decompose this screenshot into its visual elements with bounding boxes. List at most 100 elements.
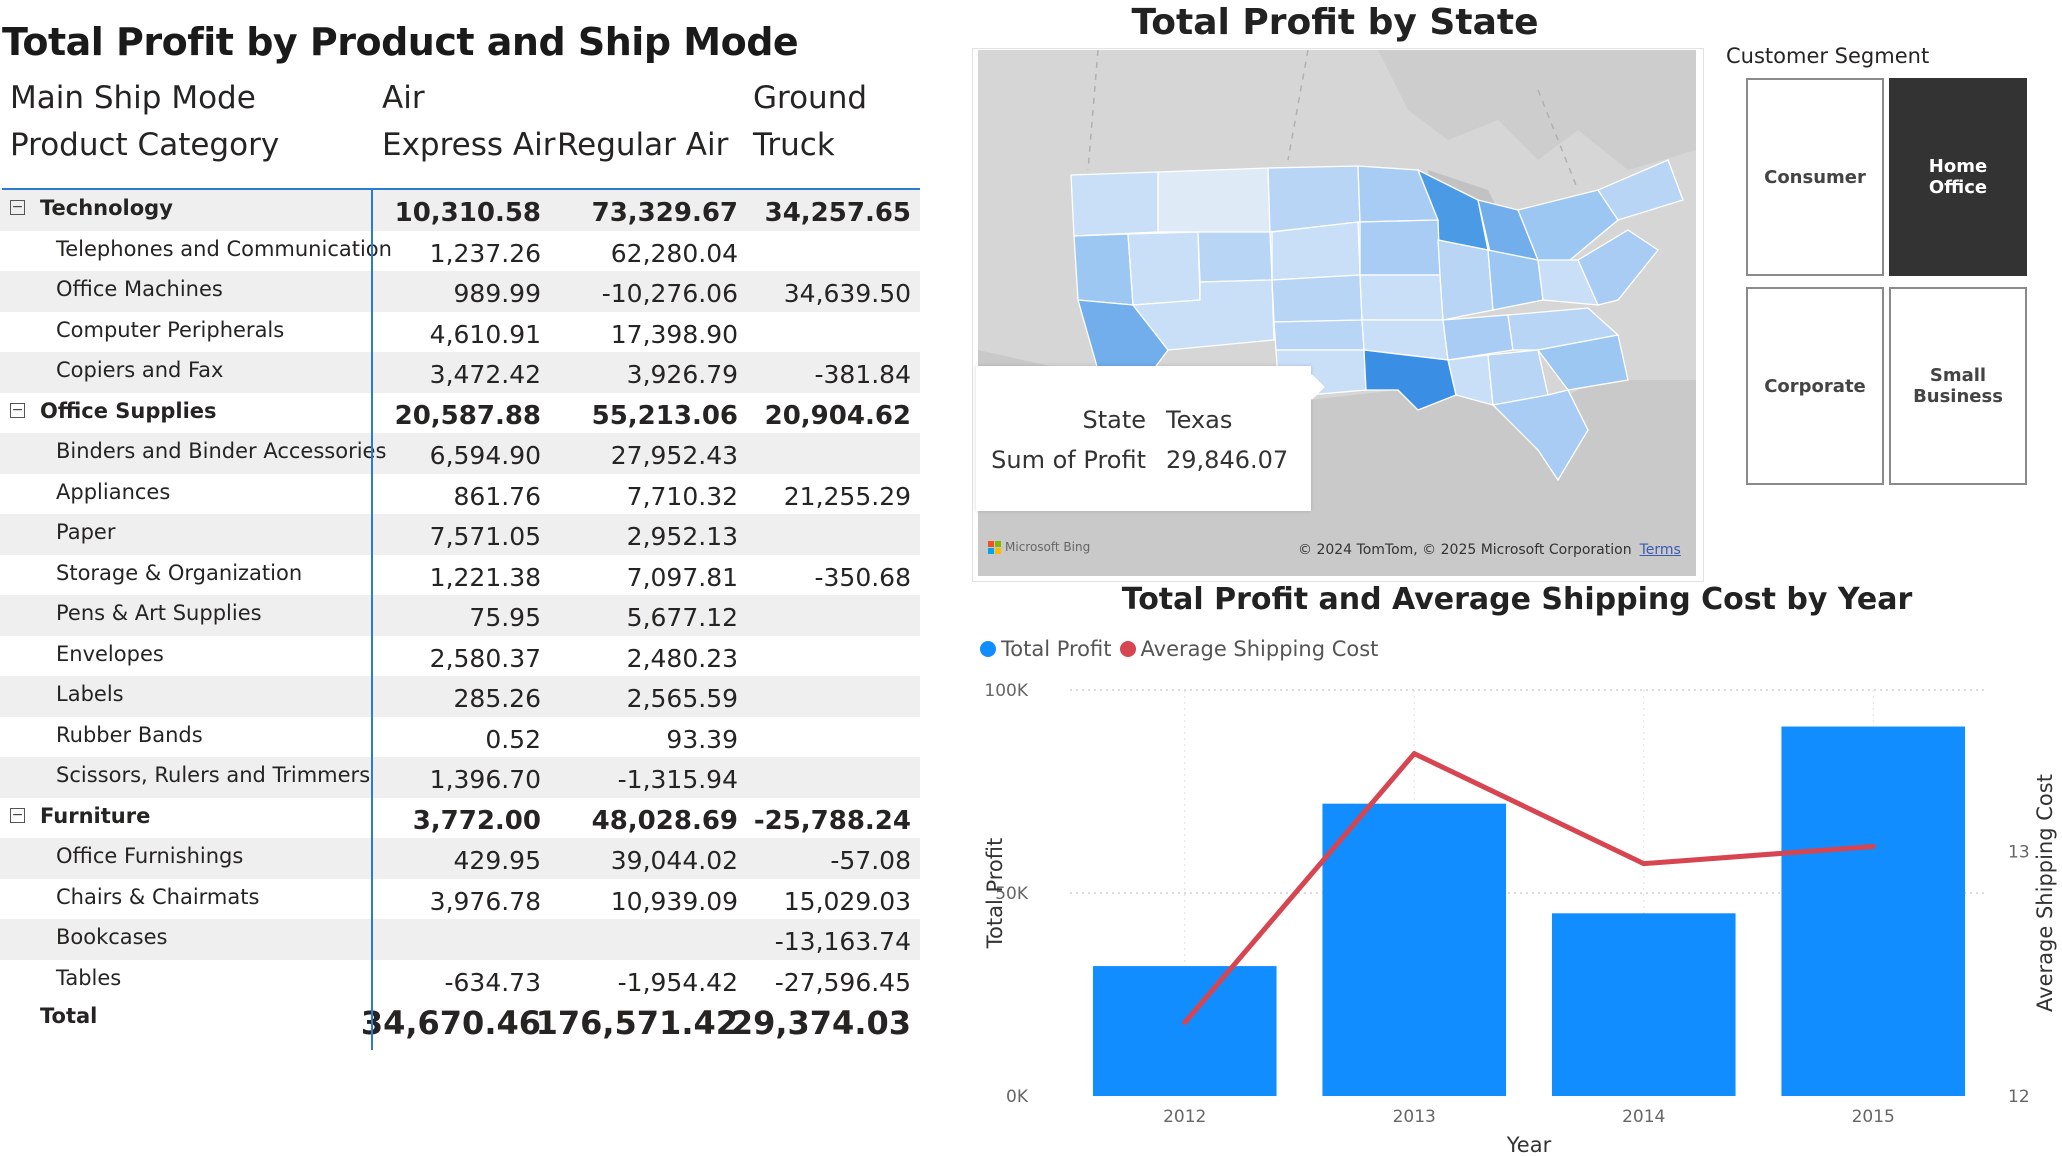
cell-value: 3,772.00 bbox=[412, 805, 541, 836]
cell-value: 48,028.69 bbox=[591, 805, 738, 836]
tooltip-profit-value: 29,846.07 bbox=[1166, 446, 1289, 474]
cell-value: 62,280.04 bbox=[610, 238, 738, 268]
terms-link[interactable]: Terms bbox=[1640, 542, 1681, 558]
matrix-row[interactable]: Tables -634.73 -1,954.42 -27,596.45 bbox=[0, 960, 920, 1001]
matrix-row[interactable]: Scissors, Rulers and Trimmers 1,396.70 -1,… bbox=[0, 757, 920, 798]
cell-value: 7,097.81 bbox=[626, 562, 738, 592]
map-title: Total Profit by State bbox=[1131, 2, 1539, 43]
y-axis-title: Total Profit bbox=[983, 838, 1007, 950]
collapse-toggle-icon[interactable]: − bbox=[10, 200, 25, 215]
cell-value: 29,374.03 bbox=[730, 1004, 911, 1042]
slicer-tile-small-business[interactable]: Small Business bbox=[1889, 287, 2027, 485]
cell-value: 2,580.37 bbox=[429, 643, 541, 673]
matrix-title: Total Profit by Product and Ship Mode bbox=[2, 20, 799, 64]
slicer-tile-home-office[interactable]: Home Office bbox=[1889, 78, 2027, 276]
matrix-group-row[interactable]: − Technology 10,310.58 73,329.67 34,257.65 bbox=[0, 190, 920, 231]
cell-value: 1,396.70 bbox=[429, 765, 541, 794]
matrix-row[interactable]: Office Machines 989.99 -10,276.06 34,639.50 bbox=[0, 271, 920, 312]
cell-value: 3,472.42 bbox=[429, 360, 541, 389]
matrix-row[interactable]: Paper 7,571.05 2,952.13 bbox=[0, 514, 920, 555]
row-label: Copiers and Fax bbox=[56, 358, 224, 382]
cell-value: 861.76 bbox=[453, 481, 541, 511]
matrix-row[interactable]: Office Furnishings 429.95 39,044.02 -57.08 bbox=[0, 838, 920, 879]
cell-value: 34,670.46 bbox=[360, 1004, 541, 1042]
cell-value: 3,976.78 bbox=[429, 886, 541, 916]
bar-total-profit bbox=[1092, 966, 1277, 1096]
row-label: Scissors, Rulers and Trimmers bbox=[56, 763, 371, 787]
y-tick-label: 100K bbox=[984, 681, 1028, 701]
row-label: Office Furnishings bbox=[56, 844, 244, 868]
cell-value: -1,315.94 bbox=[617, 765, 738, 794]
cell-value: 4,610.91 bbox=[429, 319, 541, 349]
cell-value: 429.95 bbox=[453, 846, 541, 875]
line-average-shipping-cost bbox=[1182, 751, 1874, 1025]
x-axis-title: Year bbox=[1506, 1133, 1552, 1156]
microsoft-logo-icon bbox=[988, 540, 1001, 554]
cell-value: 17,398.90 bbox=[610, 319, 738, 349]
cell-value: 0.52 bbox=[485, 724, 541, 754]
matrix-row[interactable]: Labels 285.26 2,565.59 bbox=[0, 676, 920, 717]
attribution-text: © 2024 TomTom, © 2025 Microsoft Corporat… bbox=[1298, 542, 1632, 558]
row-label: Total bbox=[40, 1004, 98, 1028]
matrix-row[interactable]: Pens & Art Supplies 75.95 5,677.12 bbox=[0, 595, 920, 636]
cell-value: -27,596.45 bbox=[774, 967, 911, 997]
matrix-row[interactable]: Rubber Bands 0.52 93.39 bbox=[0, 717, 920, 758]
map-attribution: © 2024 TomTom, © 2025 Microsoft Corporat… bbox=[1298, 542, 1681, 558]
matrix-row[interactable]: Computer Peripherals 4,610.91 17,398.90 bbox=[0, 312, 920, 353]
x-tick-label: 2015 bbox=[1852, 1107, 1895, 1127]
collapse-toggle-icon[interactable]: − bbox=[10, 402, 25, 418]
cell-value: 34,639.50 bbox=[783, 279, 911, 308]
legend-label-total-profit[interactable]: Total Profit bbox=[1001, 637, 1112, 661]
row-label: Bookcases bbox=[56, 925, 168, 949]
tooltip-state-key: State bbox=[1082, 406, 1146, 434]
legend-label-shipping-cost[interactable]: Average Shipping Cost bbox=[1141, 637, 1379, 661]
cell-value: 2,480.23 bbox=[626, 643, 738, 673]
cell-value: 10,939.09 bbox=[610, 886, 738, 916]
cell-value: 75.95 bbox=[469, 603, 541, 632]
tooltip-state-value: Texas bbox=[1166, 406, 1233, 434]
matrix-row[interactable]: Appliances 861.76 7,710.32 21,255.29 bbox=[0, 474, 920, 515]
tooltip-profit-key: Sum of Profit bbox=[991, 446, 1146, 474]
line-point bbox=[1870, 844, 1876, 850]
header-col-regular-air[interactable]: Regular Air bbox=[557, 127, 728, 163]
slicer-tile-corporate[interactable]: Corporate bbox=[1746, 287, 1884, 485]
cell-value: 20,587.88 bbox=[394, 400, 541, 431]
matrix-row[interactable]: Telephones and Communication 1,237.26 62,2… bbox=[0, 231, 920, 272]
matrix-row[interactable]: Envelopes 2,580.37 2,480.23 bbox=[0, 636, 920, 677]
cell-value: 3,926.79 bbox=[626, 360, 738, 389]
combo-chart[interactable]: 0K50K100K12132012 2013 2014 2015YearTotal P… bbox=[970, 660, 2062, 1156]
row-label: Tables bbox=[56, 965, 122, 990]
row-label: Appliances bbox=[56, 479, 171, 504]
slicer-tile-label: Corporate bbox=[1764, 375, 1866, 397]
row-label: Pens & Art Supplies bbox=[56, 601, 262, 625]
header-col-truck[interactable]: Truck bbox=[753, 127, 835, 163]
map-tooltip: State Texas Sum of Profit 29,846.07 bbox=[976, 366, 1311, 511]
matrix-row[interactable]: Copiers and Fax 3,472.42 3,926.79 -381.84 bbox=[0, 352, 920, 393]
matrix-group-row[interactable]: − Furniture 3,772.00 48,028.69 -25,788.24 bbox=[0, 798, 920, 839]
matrix-row[interactable]: Storage & Organization 1,221.38 7,097.81 -3… bbox=[0, 555, 920, 596]
header-group-air[interactable]: Air bbox=[382, 80, 425, 116]
header-product-category-label[interactable]: Product Category bbox=[10, 127, 279, 163]
cell-value: -25,788.24 bbox=[753, 805, 911, 836]
matrix-row[interactable]: Binders and Binder Accessories 6,594.90 27… bbox=[0, 433, 920, 474]
matrix-total-row[interactable]: Total 34,670.46 176,571.42 29,374.03 bbox=[0, 1000, 920, 1042]
collapse-toggle-icon[interactable]: − bbox=[10, 807, 25, 823]
matrix-row[interactable]: Chairs & Chairmats 3,976.78 10,939.09 15,02… bbox=[0, 879, 920, 920]
legend-dot-shipping-cost bbox=[1119, 641, 1136, 657]
matrix-group-row[interactable]: − Office Supplies 20,587.88 55,213.06 20,904… bbox=[0, 393, 920, 434]
slicer-tile-label: Consumer bbox=[1764, 166, 1866, 188]
row-label: Computer Peripherals bbox=[56, 317, 285, 342]
header-group-ground[interactable]: Ground bbox=[753, 80, 867, 116]
slicer-title: Customer Segment bbox=[1726, 44, 1930, 68]
cell-value: 93.39 bbox=[666, 724, 738, 754]
row-label: Technology bbox=[40, 196, 173, 220]
x-tick-label: 2012 bbox=[1163, 1107, 1206, 1127]
x-tick-label: 2013 bbox=[1393, 1107, 1436, 1127]
header-col-express-air[interactable]: Express Air bbox=[382, 127, 555, 163]
matrix-row[interactable]: Bookcases -13,163.74 bbox=[0, 919, 920, 960]
slicer-tile-consumer[interactable]: Consumer bbox=[1746, 78, 1884, 276]
row-label: Chairs & Chairmats bbox=[56, 884, 260, 909]
header-ship-mode-label[interactable]: Main Ship Mode bbox=[10, 80, 256, 116]
cell-value: 1,237.26 bbox=[429, 238, 541, 268]
row-header-divider bbox=[371, 190, 373, 1050]
